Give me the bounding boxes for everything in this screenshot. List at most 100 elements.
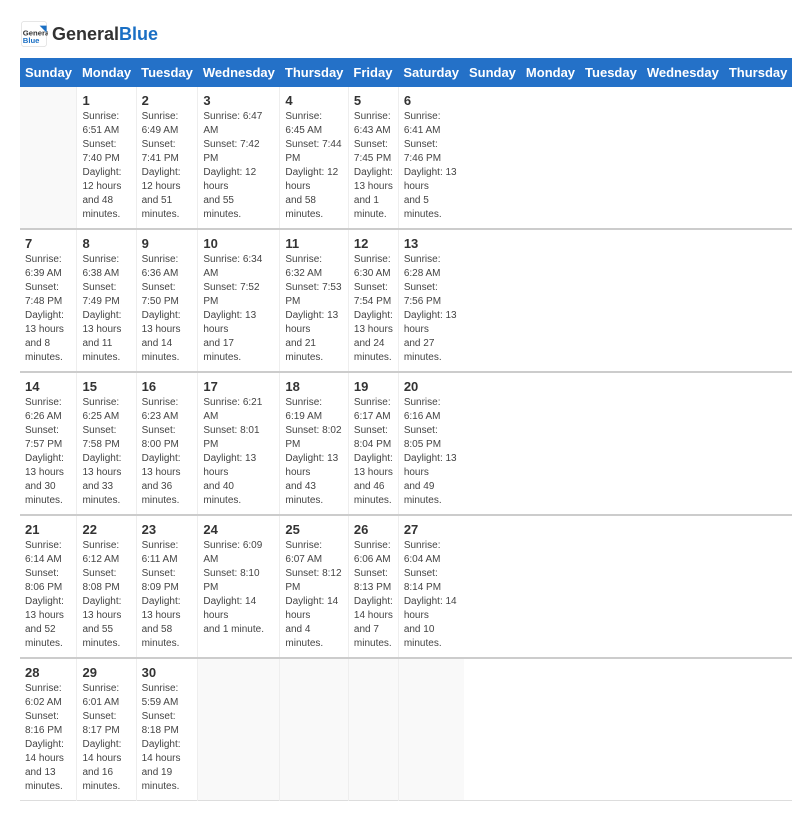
day-info: Sunrise: 6:41 AM Sunset: 7:46 PM Dayligh… [404,110,459,222]
calendar-cell: 18 Sunrise: 6:19 AM Sunset: 8:02 PM Dayli… [280,372,349,515]
day-number: 25 [285,522,343,537]
calendar-cell: 14 Sunrise: 6:26 AM Sunset: 7:57 PM Dayli… [20,372,77,515]
col-header-sunday: Sunday [464,58,521,87]
day-info: Sunrise: 6:43 AM Sunset: 7:45 PM Dayligh… [354,110,393,222]
header-thursday: Thursday [280,58,349,87]
calendar-cell: 12 Sunrise: 6:30 AM Sunset: 7:54 PM Dayli… [348,229,398,372]
day-number: 4 [285,93,343,108]
day-info: Sunrise: 6:04 AM Sunset: 8:14 PM Dayligh… [404,539,459,651]
calendar-cell: 25 Sunrise: 6:07 AM Sunset: 8:12 PM Dayli… [280,515,349,658]
logo-blue-text: Blue [119,24,158,44]
calendar-cell: 13 Sunrise: 6:28 AM Sunset: 7:56 PM Dayli… [398,229,464,372]
day-info: Sunrise: 6:21 AM Sunset: 8:01 PM Dayligh… [203,396,274,508]
day-number: 6 [404,93,459,108]
day-number: 20 [404,379,459,394]
day-number: 16 [142,379,193,394]
header-saturday: Saturday [398,58,464,87]
calendar-cell: 21 Sunrise: 6:14 AM Sunset: 8:06 PM Dayli… [20,515,77,658]
day-number: 30 [142,665,193,680]
calendar-cell: 28Sunrise: 6:02 AM Sunset: 8:16 PM Dayli… [20,658,77,801]
day-number: 3 [203,93,274,108]
calendar-cell: 3Sunrise: 6:47 AM Sunset: 7:42 PM Daylig… [198,87,280,229]
calendar-cell: 6 Sunrise: 6:41 AM Sunset: 7:46 PM Daylig… [398,87,464,229]
day-info: Sunrise: 6:26 AM Sunset: 7:57 PM Dayligh… [25,396,71,508]
calendar-cell: 17 Sunrise: 6:21 AM Sunset: 8:01 PM Dayli… [198,372,280,515]
day-number: 9 [142,236,193,251]
day-info: Sunrise: 6:14 AM Sunset: 8:06 PM Dayligh… [25,539,71,651]
day-number: 2 [142,93,193,108]
day-number: 27 [404,522,459,537]
day-info: Sunrise: 6:01 AM Sunset: 8:17 PM Dayligh… [82,682,130,794]
day-info: Sunrise: 6:09 AM Sunset: 8:10 PM Dayligh… [203,539,274,637]
day-info: Sunrise: 6:45 AM Sunset: 7:44 PM Dayligh… [285,110,343,222]
day-number: 11 [285,236,343,251]
calendar-cell: 27 Sunrise: 6:04 AM Sunset: 8:14 PM Dayli… [398,515,464,658]
calendar-cell: 10Sunrise: 6:34 AM Sunset: 7:52 PM Dayli… [198,229,280,372]
day-number: 18 [285,379,343,394]
day-number: 28 [25,665,71,680]
day-info: Sunrise: 6:19 AM Sunset: 8:02 PM Dayligh… [285,396,343,508]
day-info: Sunrise: 6:17 AM Sunset: 8:04 PM Dayligh… [354,396,393,508]
day-number: 5 [354,93,393,108]
calendar-cell: 26 Sunrise: 6:06 AM Sunset: 8:13 PM Dayli… [348,515,398,658]
day-info: Sunrise: 6:12 AM Sunset: 8:08 PM Dayligh… [82,539,130,651]
day-info: Sunrise: 6:16 AM Sunset: 8:05 PM Dayligh… [404,396,459,508]
day-info: Sunrise: 6:39 AM Sunset: 7:48 PM Dayligh… [25,253,71,365]
calendar-cell: 5 Sunrise: 6:43 AM Sunset: 7:45 PM Daylig… [348,87,398,229]
calendar-cell: 29Sunrise: 6:01 AM Sunset: 8:17 PM Dayli… [77,658,136,801]
calendar-cell: 19 Sunrise: 6:17 AM Sunset: 8:04 PM Dayli… [348,372,398,515]
day-number: 23 [142,522,193,537]
day-info: Sunrise: 6:23 AM Sunset: 8:00 PM Dayligh… [142,396,193,508]
day-number: 10 [203,236,274,251]
calendar-cell: 7 Sunrise: 6:39 AM Sunset: 7:48 PM Daylig… [20,229,77,372]
day-number: 14 [25,379,71,394]
logo: General Blue GeneralBlue [20,20,158,48]
calendar-table: SundayMondayTuesdayWednesdayThursdayFrid… [20,58,792,801]
calendar-cell: 9 Sunrise: 6:36 AM Sunset: 7:50 PM Daylig… [136,229,198,372]
col-header-wednesday: Wednesday [642,58,724,87]
calendar-cell: 30 Sunrise: 5:59 AM Sunset: 8:18 PM Dayli… [136,658,198,801]
day-info: Sunrise: 6:51 AM Sunset: 7:40 PM Dayligh… [82,110,130,222]
calendar-cell: 1 Sunrise: 6:51 AM Sunset: 7:40 PM Daylig… [77,87,136,229]
header-tuesday: Tuesday [136,58,198,87]
day-number: 8 [82,236,130,251]
day-number: 1 [82,93,130,108]
day-info: Sunrise: 6:30 AM Sunset: 7:54 PM Dayligh… [354,253,393,365]
day-info: Sunrise: 6:11 AM Sunset: 8:09 PM Dayligh… [142,539,193,651]
day-info: Sunrise: 6:36 AM Sunset: 7:50 PM Dayligh… [142,253,193,365]
day-number: 13 [404,236,459,251]
calendar-cell: 24Sunrise: 6:09 AM Sunset: 8:10 PM Dayli… [198,515,280,658]
calendar-cell [280,658,349,801]
calendar-cell [198,658,280,801]
day-info: Sunrise: 5:59 AM Sunset: 8:18 PM Dayligh… [142,682,193,794]
calendar-cell: 11Sunrise: 6:32 AM Sunset: 7:53 PM Dayli… [280,229,349,372]
calendar-cell [348,658,398,801]
day-number: 7 [25,236,71,251]
week-row-3: 14 Sunrise: 6:26 AM Sunset: 7:57 PM Dayli… [20,372,792,515]
day-info: Sunrise: 6:38 AM Sunset: 7:49 PM Dayligh… [82,253,130,365]
day-number: 17 [203,379,274,394]
week-row-1: 1 Sunrise: 6:51 AM Sunset: 7:40 PM Daylig… [20,87,792,229]
week-row-2: 7 Sunrise: 6:39 AM Sunset: 7:48 PM Daylig… [20,229,792,372]
header: General Blue GeneralBlue [20,20,772,48]
svg-text:Blue: Blue [23,36,40,45]
day-info: Sunrise: 6:25 AM Sunset: 7:58 PM Dayligh… [82,396,130,508]
day-number: 15 [82,379,130,394]
header-monday: Monday [77,58,136,87]
col-header-tuesday: Tuesday [580,58,642,87]
day-number: 21 [25,522,71,537]
calendar-cell: 15 Sunrise: 6:25 AM Sunset: 7:58 PM Dayli… [77,372,136,515]
col-header-monday: Monday [521,58,580,87]
day-info: Sunrise: 6:07 AM Sunset: 8:12 PM Dayligh… [285,539,343,651]
day-number: 22 [82,522,130,537]
day-number: 19 [354,379,393,394]
day-number: 26 [354,522,393,537]
col-header-thursday: Thursday [724,58,792,87]
day-number: 12 [354,236,393,251]
calendar-cell: 2Sunrise: 6:49 AM Sunset: 7:41 PM Daylig… [136,87,198,229]
calendar-cell: 22 Sunrise: 6:12 AM Sunset: 8:08 PM Dayli… [77,515,136,658]
day-info: Sunrise: 6:28 AM Sunset: 7:56 PM Dayligh… [404,253,459,365]
week-row-5: 28Sunrise: 6:02 AM Sunset: 8:16 PM Dayli… [20,658,792,801]
day-info: Sunrise: 6:06 AM Sunset: 8:13 PM Dayligh… [354,539,393,651]
header-friday: Friday [348,58,398,87]
